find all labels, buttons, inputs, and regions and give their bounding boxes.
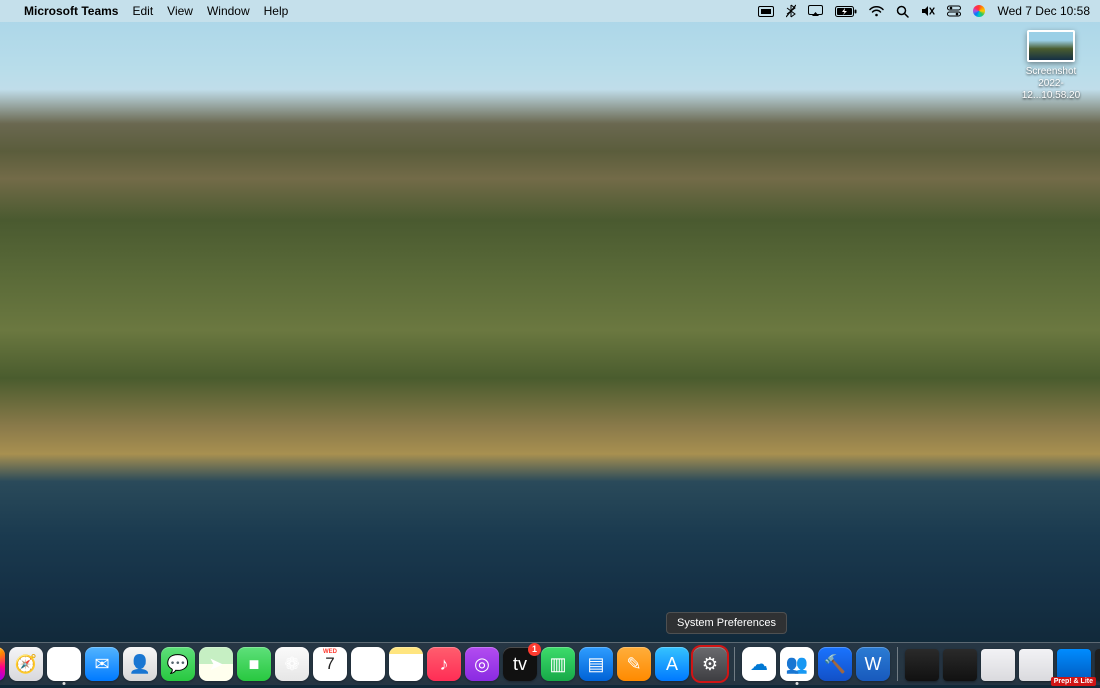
- active-app-name[interactable]: Microsoft Teams: [24, 4, 118, 18]
- dock-notes[interactable]: [389, 647, 423, 681]
- screen-mirror-icon[interactable]: [808, 5, 823, 17]
- desktop-file-screenshot[interactable]: Screenshot 2022-12...10.58.20: [1012, 30, 1090, 102]
- dock-word[interactable]: W: [856, 647, 890, 681]
- menu-help[interactable]: Help: [264, 4, 289, 18]
- menu-window[interactable]: Window: [207, 4, 250, 18]
- dock-tooltip: System Preferences: [666, 612, 787, 634]
- dock-thumb-2[interactable]: [943, 649, 977, 681]
- menubar-clock[interactable]: Wed 7 Dec 10:58: [997, 4, 1090, 18]
- dock-xcode[interactable]: 🔨: [818, 647, 852, 681]
- dock-podcasts[interactable]: ◎: [465, 647, 499, 681]
- file-name-label: Screenshot 2022-12...10.58.20: [1012, 66, 1090, 102]
- numbers-icon: ▥: [549, 654, 566, 675]
- dock-thumb-1[interactable]: [905, 649, 939, 681]
- dock-mail[interactable]: ✉: [85, 647, 119, 681]
- dock-thumb-4[interactable]: [1019, 649, 1053, 681]
- keyboard-viewer-icon[interactable]: [758, 6, 774, 17]
- wifi-icon[interactable]: [869, 6, 884, 17]
- keynote-icon: ▤: [587, 654, 604, 675]
- siri-icon[interactable]: [973, 5, 985, 17]
- battery-icon[interactable]: [835, 6, 857, 17]
- dock-numbers[interactable]: ▥: [541, 647, 575, 681]
- dock-reminders[interactable]: ☰: [351, 647, 385, 681]
- messages-icon: 💬: [167, 654, 189, 675]
- dock-messages[interactable]: 💬: [161, 647, 195, 681]
- onedrive-icon: ☁: [750, 654, 768, 675]
- dock-photos[interactable]: ❁: [275, 647, 309, 681]
- safari-icon: 🧭: [15, 654, 37, 675]
- menu-edit[interactable]: Edit: [132, 4, 153, 18]
- word-icon: W: [865, 654, 882, 675]
- appletv-icon: tv: [513, 654, 527, 675]
- dock-separator: [897, 647, 898, 681]
- control-center-icon[interactable]: [947, 5, 961, 17]
- dock-appstore[interactable]: A: [655, 647, 689, 681]
- dock-thumb-6[interactable]: [1095, 649, 1100, 681]
- dock-separator: [734, 647, 735, 681]
- dock-thumb-3[interactable]: [981, 649, 1015, 681]
- dock-music[interactable]: ♪: [427, 647, 461, 681]
- system-preferences-icon: ⚙: [702, 654, 718, 675]
- xcode-icon: 🔨: [824, 654, 846, 675]
- dock-launchpad[interactable]: [0, 647, 5, 681]
- dock-appletv[interactable]: tv1: [503, 647, 537, 681]
- pages-icon: ✎: [626, 654, 641, 675]
- appletv-badge: 1: [528, 643, 541, 656]
- appstore-icon: A: [666, 654, 678, 675]
- photos-icon: ❁: [284, 654, 299, 675]
- dock: ☺🧭◉✉👤💬➤■❁Wed7☰♪◎tv1▥▤✎A⚙☁👥🔨W🗑: [0, 642, 1100, 685]
- running-indicator: [63, 682, 66, 685]
- teams-icon: 👥: [786, 654, 808, 675]
- dock-chrome[interactable]: ◉: [47, 647, 81, 681]
- contacts-icon: 👤: [129, 654, 151, 675]
- dock-maps[interactable]: ➤: [199, 647, 233, 681]
- dock-safari[interactable]: 🧭: [9, 647, 43, 681]
- facetime-icon: ■: [249, 654, 260, 675]
- dock-facetime[interactable]: ■: [237, 647, 271, 681]
- search-icon[interactable]: [896, 5, 909, 18]
- bluetooth-off-icon[interactable]: [786, 4, 796, 18]
- podcasts-icon: ◎: [474, 654, 490, 675]
- menubar: Microsoft Teams Edit View Window Help We…: [0, 0, 1100, 22]
- dock-pages[interactable]: ✎: [617, 647, 651, 681]
- dock-wrap: ☺🧭◉✉👤💬➤■❁Wed7☰♪◎tv1▥▤✎A⚙☁👥🔨W🗑: [0, 642, 1100, 685]
- running-indicator: [796, 682, 799, 685]
- dock-system-preferences[interactable]: ⚙: [693, 647, 727, 681]
- dock-onedrive[interactable]: ☁: [742, 647, 776, 681]
- calendar-dom: 7: [325, 655, 334, 672]
- maps-icon: ➤: [208, 654, 223, 675]
- dock-calendar[interactable]: Wed7: [313, 647, 347, 681]
- menu-view[interactable]: View: [167, 4, 193, 18]
- dock-teams[interactable]: 👥: [780, 647, 814, 681]
- mail-icon: ✉: [94, 654, 109, 675]
- dock-keynote[interactable]: ▤: [579, 647, 613, 681]
- chrome-icon: ◉: [56, 654, 72, 675]
- annotation-watermark: Prep! & Lite: [1051, 677, 1096, 686]
- file-thumbnail-icon: [1027, 30, 1075, 62]
- sound-icon[interactable]: [921, 5, 935, 17]
- reminders-icon: ☰: [360, 654, 376, 675]
- dock-contacts[interactable]: 👤: [123, 647, 157, 681]
- music-icon: ♪: [440, 654, 449, 675]
